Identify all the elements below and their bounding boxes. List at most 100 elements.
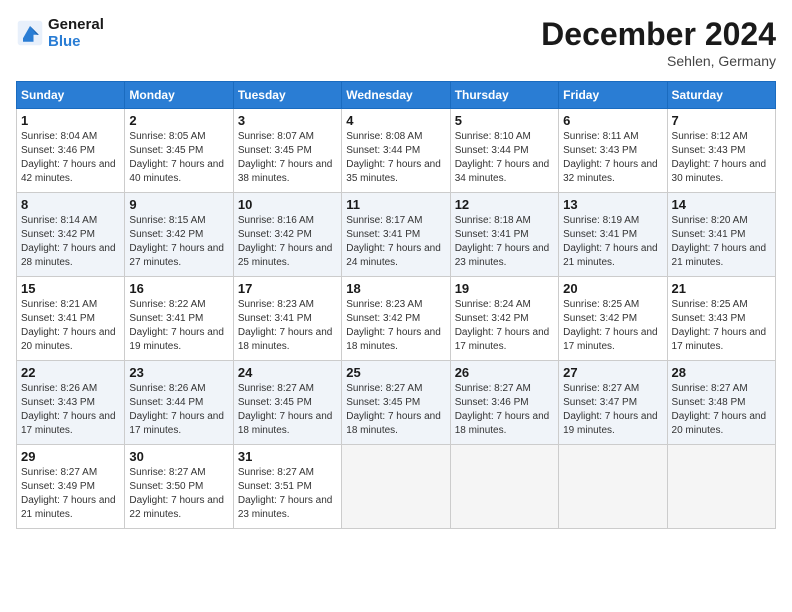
day-number: 19 bbox=[455, 281, 554, 296]
day-detail: Sunrise: 8:14 AMSunset: 3:42 PMDaylight:… bbox=[21, 214, 120, 270]
day-detail: Sunrise: 8:19 AMSunset: 3:41 PMDaylight:… bbox=[563, 214, 662, 270]
day-number: 10 bbox=[238, 197, 337, 212]
day-detail: Sunrise: 8:23 AMSunset: 3:42 PMDaylight:… bbox=[346, 298, 445, 354]
calendar-cell: 6 Sunrise: 8:11 AMSunset: 3:43 PMDayligh… bbox=[559, 109, 667, 193]
day-detail: Sunrise: 8:17 AMSunset: 3:41 PMDaylight:… bbox=[346, 214, 445, 270]
day-number: 23 bbox=[129, 365, 228, 380]
calendar-cell: 23 Sunrise: 8:26 AMSunset: 3:44 PMDaylig… bbox=[125, 361, 233, 445]
day-detail: Sunrise: 8:27 AMSunset: 3:45 PMDaylight:… bbox=[238, 382, 337, 438]
calendar-cell: 25 Sunrise: 8:27 AMSunset: 3:45 PMDaylig… bbox=[342, 361, 450, 445]
calendar-table: Sunday Monday Tuesday Wednesday Thursday… bbox=[16, 81, 776, 529]
logo-text: General Blue bbox=[48, 16, 104, 50]
day-number: 25 bbox=[346, 365, 445, 380]
day-detail: Sunrise: 8:12 AMSunset: 3:43 PMDaylight:… bbox=[672, 130, 771, 186]
calendar-cell: 3 Sunrise: 8:07 AMSunset: 3:45 PMDayligh… bbox=[233, 109, 341, 193]
day-detail: Sunrise: 8:27 AMSunset: 3:47 PMDaylight:… bbox=[563, 382, 662, 438]
day-detail: Sunrise: 8:23 AMSunset: 3:41 PMDaylight:… bbox=[238, 298, 337, 354]
calendar-cell: 10 Sunrise: 8:16 AMSunset: 3:42 PMDaylig… bbox=[233, 193, 341, 277]
calendar-cell: 12 Sunrise: 8:18 AMSunset: 3:41 PMDaylig… bbox=[450, 193, 558, 277]
day-number: 9 bbox=[129, 197, 228, 212]
day-detail: Sunrise: 8:04 AMSunset: 3:46 PMDaylight:… bbox=[21, 130, 120, 186]
header-thursday: Thursday bbox=[450, 82, 558, 109]
day-number: 2 bbox=[129, 113, 228, 128]
calendar-cell: 18 Sunrise: 8:23 AMSunset: 3:42 PMDaylig… bbox=[342, 277, 450, 361]
day-number: 16 bbox=[129, 281, 228, 296]
header-row: Sunday Monday Tuesday Wednesday Thursday… bbox=[17, 82, 776, 109]
calendar-cell: 9 Sunrise: 8:15 AMSunset: 3:42 PMDayligh… bbox=[125, 193, 233, 277]
calendar-cell: 14 Sunrise: 8:20 AMSunset: 3:41 PMDaylig… bbox=[667, 193, 775, 277]
day-number: 1 bbox=[21, 113, 120, 128]
logo-icon bbox=[16, 19, 44, 47]
title-block: December 2024 Sehlen, Germany bbox=[541, 16, 776, 69]
day-number: 31 bbox=[238, 449, 337, 464]
day-detail: Sunrise: 8:27 AMSunset: 3:46 PMDaylight:… bbox=[455, 382, 554, 438]
page-header: General Blue December 2024 Sehlen, Germa… bbox=[16, 16, 776, 69]
day-detail: Sunrise: 8:27 AMSunset: 3:50 PMDaylight:… bbox=[129, 466, 228, 522]
day-detail: Sunrise: 8:25 AMSunset: 3:42 PMDaylight:… bbox=[563, 298, 662, 354]
calendar-cell: 20 Sunrise: 8:25 AMSunset: 3:42 PMDaylig… bbox=[559, 277, 667, 361]
day-number: 7 bbox=[672, 113, 771, 128]
calendar-cell: 11 Sunrise: 8:17 AMSunset: 3:41 PMDaylig… bbox=[342, 193, 450, 277]
calendar-cell: 2 Sunrise: 8:05 AMSunset: 3:45 PMDayligh… bbox=[125, 109, 233, 193]
header-monday: Monday bbox=[125, 82, 233, 109]
day-number: 12 bbox=[455, 197, 554, 212]
calendar-cell: 21 Sunrise: 8:25 AMSunset: 3:43 PMDaylig… bbox=[667, 277, 775, 361]
day-number: 28 bbox=[672, 365, 771, 380]
calendar-cell: 24 Sunrise: 8:27 AMSunset: 3:45 PMDaylig… bbox=[233, 361, 341, 445]
calendar-cell: 16 Sunrise: 8:22 AMSunset: 3:41 PMDaylig… bbox=[125, 277, 233, 361]
calendar-row-5: 29 Sunrise: 8:27 AMSunset: 3:49 PMDaylig… bbox=[17, 445, 776, 529]
day-number: 5 bbox=[455, 113, 554, 128]
day-detail: Sunrise: 8:24 AMSunset: 3:42 PMDaylight:… bbox=[455, 298, 554, 354]
day-detail: Sunrise: 8:10 AMSunset: 3:44 PMDaylight:… bbox=[455, 130, 554, 186]
calendar-cell: 17 Sunrise: 8:23 AMSunset: 3:41 PMDaylig… bbox=[233, 277, 341, 361]
calendar-cell bbox=[559, 445, 667, 529]
calendar-cell: 5 Sunrise: 8:10 AMSunset: 3:44 PMDayligh… bbox=[450, 109, 558, 193]
day-detail: Sunrise: 8:27 AMSunset: 3:51 PMDaylight:… bbox=[238, 466, 337, 522]
day-number: 6 bbox=[563, 113, 662, 128]
calendar-row-3: 15 Sunrise: 8:21 AMSunset: 3:41 PMDaylig… bbox=[17, 277, 776, 361]
calendar-cell: 19 Sunrise: 8:24 AMSunset: 3:42 PMDaylig… bbox=[450, 277, 558, 361]
day-number: 26 bbox=[455, 365, 554, 380]
day-detail: Sunrise: 8:08 AMSunset: 3:44 PMDaylight:… bbox=[346, 130, 445, 186]
location-subtitle: Sehlen, Germany bbox=[541, 53, 776, 69]
calendar-row-4: 22 Sunrise: 8:26 AMSunset: 3:43 PMDaylig… bbox=[17, 361, 776, 445]
day-number: 21 bbox=[672, 281, 771, 296]
calendar-cell: 4 Sunrise: 8:08 AMSunset: 3:44 PMDayligh… bbox=[342, 109, 450, 193]
calendar-row-1: 1 Sunrise: 8:04 AMSunset: 3:46 PMDayligh… bbox=[17, 109, 776, 193]
day-detail: Sunrise: 8:27 AMSunset: 3:45 PMDaylight:… bbox=[346, 382, 445, 438]
day-number: 4 bbox=[346, 113, 445, 128]
day-number: 30 bbox=[129, 449, 228, 464]
calendar-cell: 15 Sunrise: 8:21 AMSunset: 3:41 PMDaylig… bbox=[17, 277, 125, 361]
calendar-cell: 28 Sunrise: 8:27 AMSunset: 3:48 PMDaylig… bbox=[667, 361, 775, 445]
day-detail: Sunrise: 8:26 AMSunset: 3:43 PMDaylight:… bbox=[21, 382, 120, 438]
day-number: 3 bbox=[238, 113, 337, 128]
header-sunday: Sunday bbox=[17, 82, 125, 109]
day-number: 17 bbox=[238, 281, 337, 296]
day-number: 29 bbox=[21, 449, 120, 464]
calendar-cell: 22 Sunrise: 8:26 AMSunset: 3:43 PMDaylig… bbox=[17, 361, 125, 445]
day-number: 27 bbox=[563, 365, 662, 380]
day-number: 20 bbox=[563, 281, 662, 296]
day-number: 18 bbox=[346, 281, 445, 296]
day-detail: Sunrise: 8:07 AMSunset: 3:45 PMDaylight:… bbox=[238, 130, 337, 186]
day-number: 8 bbox=[21, 197, 120, 212]
calendar-cell: 31 Sunrise: 8:27 AMSunset: 3:51 PMDaylig… bbox=[233, 445, 341, 529]
calendar-cell: 13 Sunrise: 8:19 AMSunset: 3:41 PMDaylig… bbox=[559, 193, 667, 277]
day-detail: Sunrise: 8:20 AMSunset: 3:41 PMDaylight:… bbox=[672, 214, 771, 270]
day-detail: Sunrise: 8:05 AMSunset: 3:45 PMDaylight:… bbox=[129, 130, 228, 186]
calendar-cell bbox=[342, 445, 450, 529]
day-detail: Sunrise: 8:22 AMSunset: 3:41 PMDaylight:… bbox=[129, 298, 228, 354]
header-friday: Friday bbox=[559, 82, 667, 109]
day-detail: Sunrise: 8:27 AMSunset: 3:48 PMDaylight:… bbox=[672, 382, 771, 438]
header-saturday: Saturday bbox=[667, 82, 775, 109]
header-wednesday: Wednesday bbox=[342, 82, 450, 109]
calendar-cell: 30 Sunrise: 8:27 AMSunset: 3:50 PMDaylig… bbox=[125, 445, 233, 529]
calendar-cell: 26 Sunrise: 8:27 AMSunset: 3:46 PMDaylig… bbox=[450, 361, 558, 445]
calendar-cell: 1 Sunrise: 8:04 AMSunset: 3:46 PMDayligh… bbox=[17, 109, 125, 193]
header-tuesday: Tuesday bbox=[233, 82, 341, 109]
calendar-cell: 27 Sunrise: 8:27 AMSunset: 3:47 PMDaylig… bbox=[559, 361, 667, 445]
day-number: 24 bbox=[238, 365, 337, 380]
day-number: 11 bbox=[346, 197, 445, 212]
calendar-cell: 7 Sunrise: 8:12 AMSunset: 3:43 PMDayligh… bbox=[667, 109, 775, 193]
day-number: 22 bbox=[21, 365, 120, 380]
